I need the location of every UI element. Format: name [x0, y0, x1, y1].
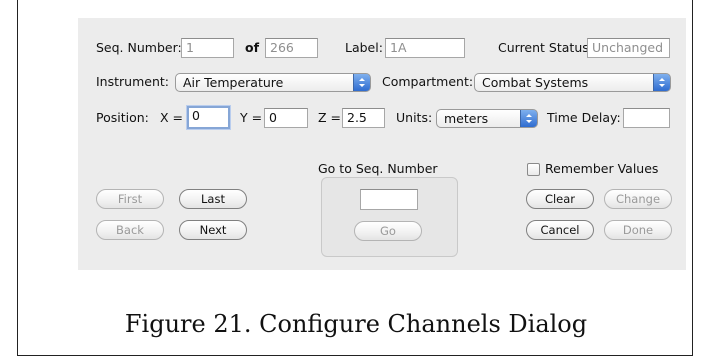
x-label: X = [160, 110, 184, 125]
units-popup[interactable]: meters [436, 109, 538, 128]
z-position-field[interactable]: 2.5 [342, 108, 385, 128]
y-position-field[interactable]: 0 [264, 108, 308, 128]
change-button[interactable]: Change [604, 189, 672, 209]
last-button[interactable]: Last [179, 189, 247, 209]
current-status-field: Unchanged [587, 38, 670, 58]
total-count-field: 266 [265, 38, 318, 58]
done-button[interactable]: Done [604, 220, 672, 240]
back-button[interactable]: Back [96, 220, 164, 240]
figure-caption: Figure 21. Configure Channels Dialog [124, 310, 588, 338]
units-popup-value: meters [444, 111, 489, 126]
remember-values-label: Remember Values [545, 161, 659, 176]
figure-frame: Seq. Number: 1 of 266 Label: 1A Current … [17, 0, 693, 356]
configure-channels-dialog: Seq. Number: 1 of 266 Label: 1A Current … [78, 18, 686, 270]
instrument-popup[interactable]: Air Temperature [175, 73, 371, 92]
units-label: Units: [396, 110, 433, 125]
cancel-button[interactable]: Cancel [526, 220, 594, 240]
seq-number-label: Seq. Number: [96, 40, 182, 55]
position-label: Position: [96, 110, 149, 125]
compartment-popup-value: Combat Systems [482, 75, 589, 90]
current-status-label: Current Status: [498, 40, 593, 55]
label-field[interactable]: 1A [385, 38, 465, 58]
instrument-label: Instrument: [96, 74, 169, 89]
x-position-field[interactable]: 0 [187, 106, 230, 129]
instrument-popup-value: Air Temperature [183, 75, 284, 90]
popup-arrows-icon [520, 110, 537, 127]
go-button[interactable]: Go [354, 221, 422, 241]
seq-number-field[interactable]: 1 [181, 38, 234, 58]
time-delay-label: Time Delay: [547, 110, 621, 125]
goto-seq-title: Go to Seq. Number [318, 161, 438, 176]
clear-button[interactable]: Clear [526, 189, 594, 209]
goto-seq-field[interactable] [360, 189, 418, 210]
remember-values-checkbox[interactable] [527, 163, 540, 176]
time-delay-field[interactable] [623, 108, 670, 128]
compartment-popup[interactable]: Combat Systems [474, 73, 671, 92]
label-label: Label: [345, 40, 383, 55]
y-label: Y = [240, 110, 263, 125]
first-button[interactable]: First [96, 189, 164, 209]
popup-arrows-icon [353, 74, 370, 91]
compartment-label: Compartment: [382, 74, 474, 89]
of-label: of [245, 40, 260, 55]
next-button[interactable]: Next [179, 220, 247, 240]
popup-arrows-icon [653, 74, 670, 91]
z-label: Z = [318, 110, 342, 125]
